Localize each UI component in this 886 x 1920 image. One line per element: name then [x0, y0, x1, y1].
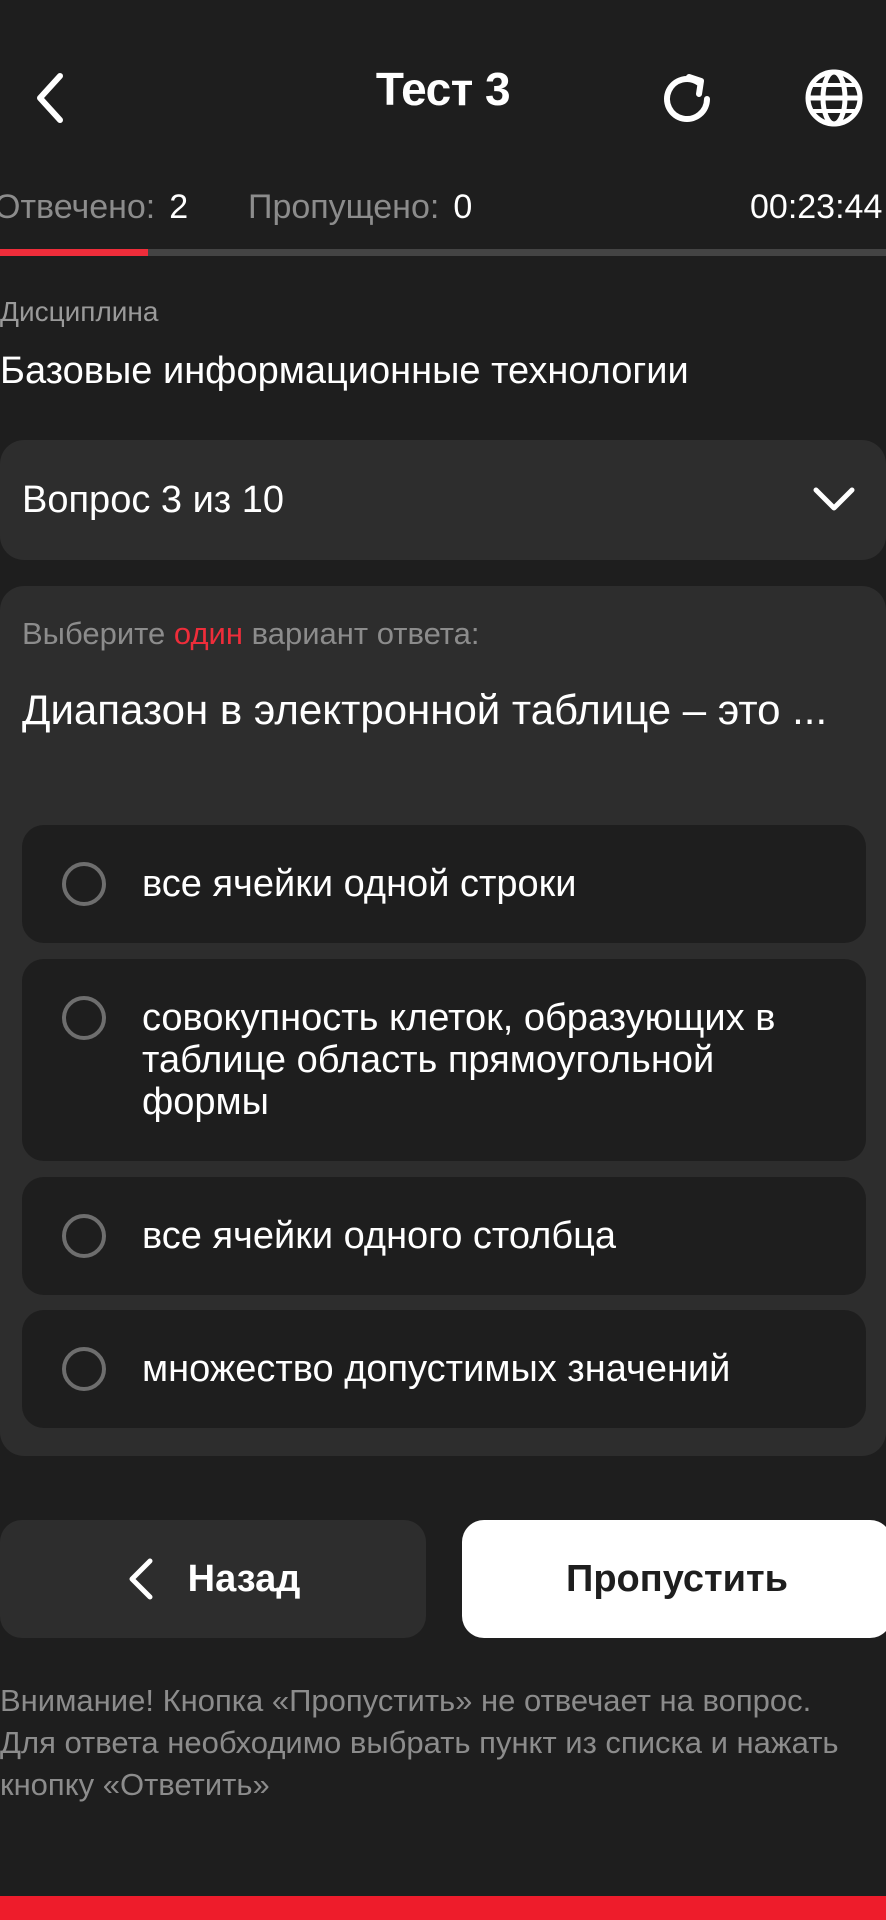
answer-button[interactable]: [0, 1896, 886, 1920]
question-card: Выберите один вариант ответа: Диапазон в…: [0, 586, 886, 1456]
skip-button-label: Пропустить: [566, 1557, 788, 1600]
chevron-left-icon: [129, 1558, 153, 1600]
language-button[interactable]: [796, 60, 872, 136]
discipline-name: Базовые информационные технологии: [0, 350, 689, 392]
answer-option-3[interactable]: все ячейки одного столбца: [22, 1177, 866, 1295]
discipline-label: Дисциплина: [0, 296, 159, 327]
answered-stat: Отвечено: 2: [0, 188, 188, 227]
radio-icon[interactable]: [62, 996, 106, 1040]
answer-option-4[interactable]: множество допустимых значений: [22, 1310, 866, 1428]
instruction-before: Выберите: [22, 616, 166, 651]
question-selector[interactable]: Вопрос 3 из 10: [0, 440, 886, 560]
instruction-after: вариант ответа:: [251, 616, 480, 651]
answered-label: Отвечено:: [0, 188, 156, 226]
warning-text: Внимание! Кнопка «Пропустить» не отвечае…: [0, 1683, 839, 1802]
skipped-stat: Пропущено: 0: [248, 188, 472, 227]
chevron-down-icon: [813, 487, 855, 511]
question-selector-label: Вопрос 3 из 10: [22, 479, 285, 521]
back-button-label: Назад: [187, 1557, 301, 1600]
skipped-label: Пропущено:: [248, 188, 440, 226]
progress-bar-fill: [0, 249, 148, 256]
answer-option-label: множество допустимых значений: [142, 1348, 731, 1390]
globe-icon: [805, 69, 863, 127]
answer-option-label: совокупность клеток, образующих в таблиц…: [142, 997, 776, 1123]
instruction-accent: один: [173, 616, 243, 651]
skip-button[interactable]: Пропустить: [462, 1520, 886, 1638]
page-title: Тест 3: [375, 63, 511, 115]
skipped-value: 0: [453, 188, 473, 226]
answer-option-label: все ячейки одной строки: [142, 863, 577, 905]
answer-option-2[interactable]: совокупность клеток, образующих в таблиц…: [22, 959, 866, 1161]
progress-bar: [0, 249, 886, 256]
radio-icon[interactable]: [62, 1214, 106, 1258]
refresh-icon: [664, 74, 710, 122]
answered-value: 2: [169, 188, 189, 226]
radio-icon[interactable]: [62, 862, 106, 906]
instruction-text: Выберите один вариант ответа:: [22, 616, 480, 652]
radio-icon[interactable]: [62, 1347, 106, 1391]
timer: 00:23:44: [750, 188, 883, 226]
answer-option-label: все ячейки одного столбца: [142, 1215, 617, 1257]
back-button[interactable]: Назад: [0, 1520, 426, 1638]
answer-option-1[interactable]: все ячейки одной строки: [22, 825, 866, 943]
question-text: Диапазон в электронной таблице – это ...: [22, 686, 828, 733]
refresh-button[interactable]: [650, 62, 724, 136]
